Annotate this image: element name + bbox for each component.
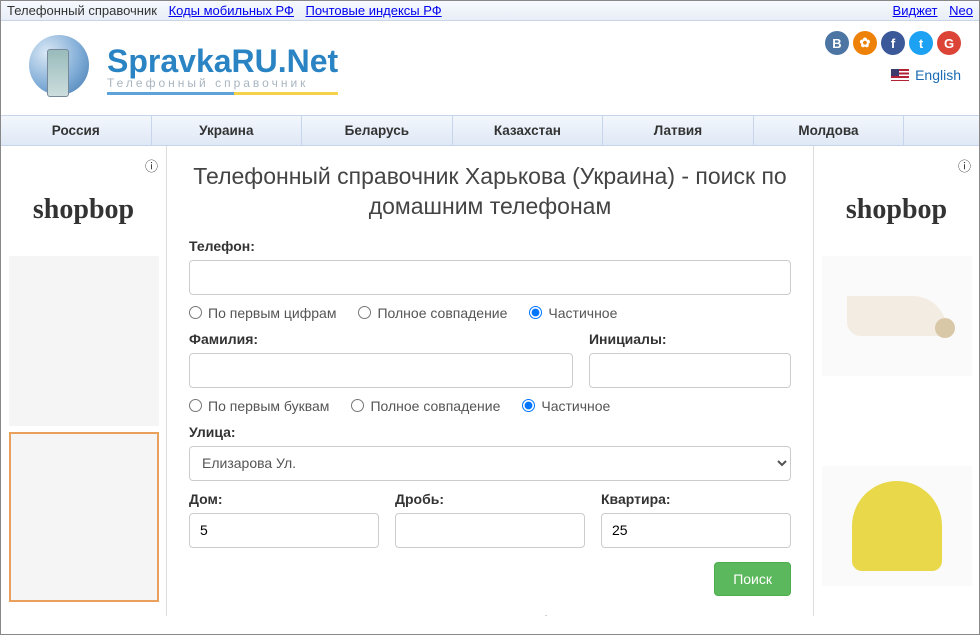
surname-radio-prefix[interactable] xyxy=(189,399,202,412)
logo-text: SpravkaRU.Net xyxy=(107,43,338,80)
ad-shoe-image[interactable] xyxy=(822,256,972,376)
header: SpravkaRU.Net Телефонный справочник B ✿ … xyxy=(1,21,979,115)
ok-icon[interactable]: ✿ xyxy=(853,31,877,55)
logo-icon xyxy=(19,31,99,107)
fb-icon[interactable]: f xyxy=(881,31,905,55)
tw-icon[interactable]: t xyxy=(909,31,933,55)
house-label: Дом: xyxy=(189,491,379,507)
topbar-title: Телефонный справочник xyxy=(7,3,157,18)
link-postal-codes[interactable]: Почтовые индексы РФ xyxy=(306,3,442,18)
social-icons: B ✿ f t G xyxy=(825,31,961,55)
nav-moldova[interactable]: Молдова xyxy=(754,116,905,145)
link-mobile-codes[interactable]: Коды мобильных РФ xyxy=(169,3,294,18)
phone-label: Телефон: xyxy=(189,238,791,254)
house-input[interactable] xyxy=(189,513,379,548)
ad-image-2[interactable] xyxy=(9,432,159,602)
us-flag-icon xyxy=(891,69,909,81)
nav-spacer xyxy=(904,116,979,145)
phone-radio-partial[interactable] xyxy=(529,306,542,319)
ad-info-icon-right[interactable] xyxy=(958,156,971,175)
search-button[interactable]: Поиск xyxy=(714,562,791,596)
vk-icon[interactable]: B xyxy=(825,31,849,55)
nav-ukraine[interactable]: Украина xyxy=(152,116,303,145)
page-title: Телефонный справочник Харькова (Украина)… xyxy=(189,162,791,222)
apt-label: Квартира: xyxy=(601,491,791,507)
main-content: Телефонный справочник Харькова (Украина)… xyxy=(166,146,814,616)
logo[interactable]: SpravkaRU.Net Телефонный справочник xyxy=(19,31,338,107)
surname-label: Фамилия: xyxy=(189,331,573,347)
ad-brand-right[interactable]: shopbop xyxy=(846,194,947,226)
surname-radio-partial[interactable] xyxy=(522,399,535,412)
street-select[interactable]: Елизарова Ул. xyxy=(189,446,791,481)
phone-radio-prefix[interactable] xyxy=(189,306,202,319)
phone-input[interactable] xyxy=(189,260,791,295)
link-neo[interactable]: Neo xyxy=(949,3,973,18)
street-label: Улица: xyxy=(189,424,791,440)
apt-input[interactable] xyxy=(601,513,791,548)
phone-radios: По первым цифрам Полное совпадение Части… xyxy=(189,305,791,321)
nav-russia[interactable]: Россия xyxy=(1,116,152,145)
link-widget[interactable]: Виджет xyxy=(893,3,938,18)
topbar: Телефонный справочник Коды мобильных РФ … xyxy=(1,1,979,21)
surname-input[interactable] xyxy=(189,353,573,388)
nav-latvia[interactable]: Латвия xyxy=(603,116,754,145)
extra-heading: Дополнительная информация xyxy=(189,612,791,616)
frac-label: Дробь: xyxy=(395,491,585,507)
ad-brand-left[interactable]: shopbop xyxy=(33,194,134,226)
initials-input[interactable] xyxy=(589,353,791,388)
ad-image-1[interactable] xyxy=(9,256,159,426)
gp-icon[interactable]: G xyxy=(937,31,961,55)
phone-radio-full[interactable] xyxy=(358,306,371,319)
language-switch[interactable]: English xyxy=(825,67,961,83)
navbar: Россия Украина Беларусь Казахстан Латвия… xyxy=(1,115,979,146)
lang-link[interactable]: English xyxy=(915,67,961,83)
initials-label: Инициалы: xyxy=(589,331,791,347)
logo-subtitle: Телефонный справочник xyxy=(107,76,338,90)
nav-belarus[interactable]: Беларусь xyxy=(302,116,453,145)
nav-kazakhstan[interactable]: Казахстан xyxy=(453,116,604,145)
ad-left: shopbop xyxy=(1,146,166,616)
surname-radio-full[interactable] xyxy=(351,399,364,412)
ad-info-icon[interactable] xyxy=(145,156,158,175)
surname-radios: По первым буквам Полное совпадение Части… xyxy=(189,398,791,414)
ad-right: shopbop xyxy=(814,146,979,616)
ad-hat-image[interactable] xyxy=(822,466,972,586)
frac-input[interactable] xyxy=(395,513,585,548)
